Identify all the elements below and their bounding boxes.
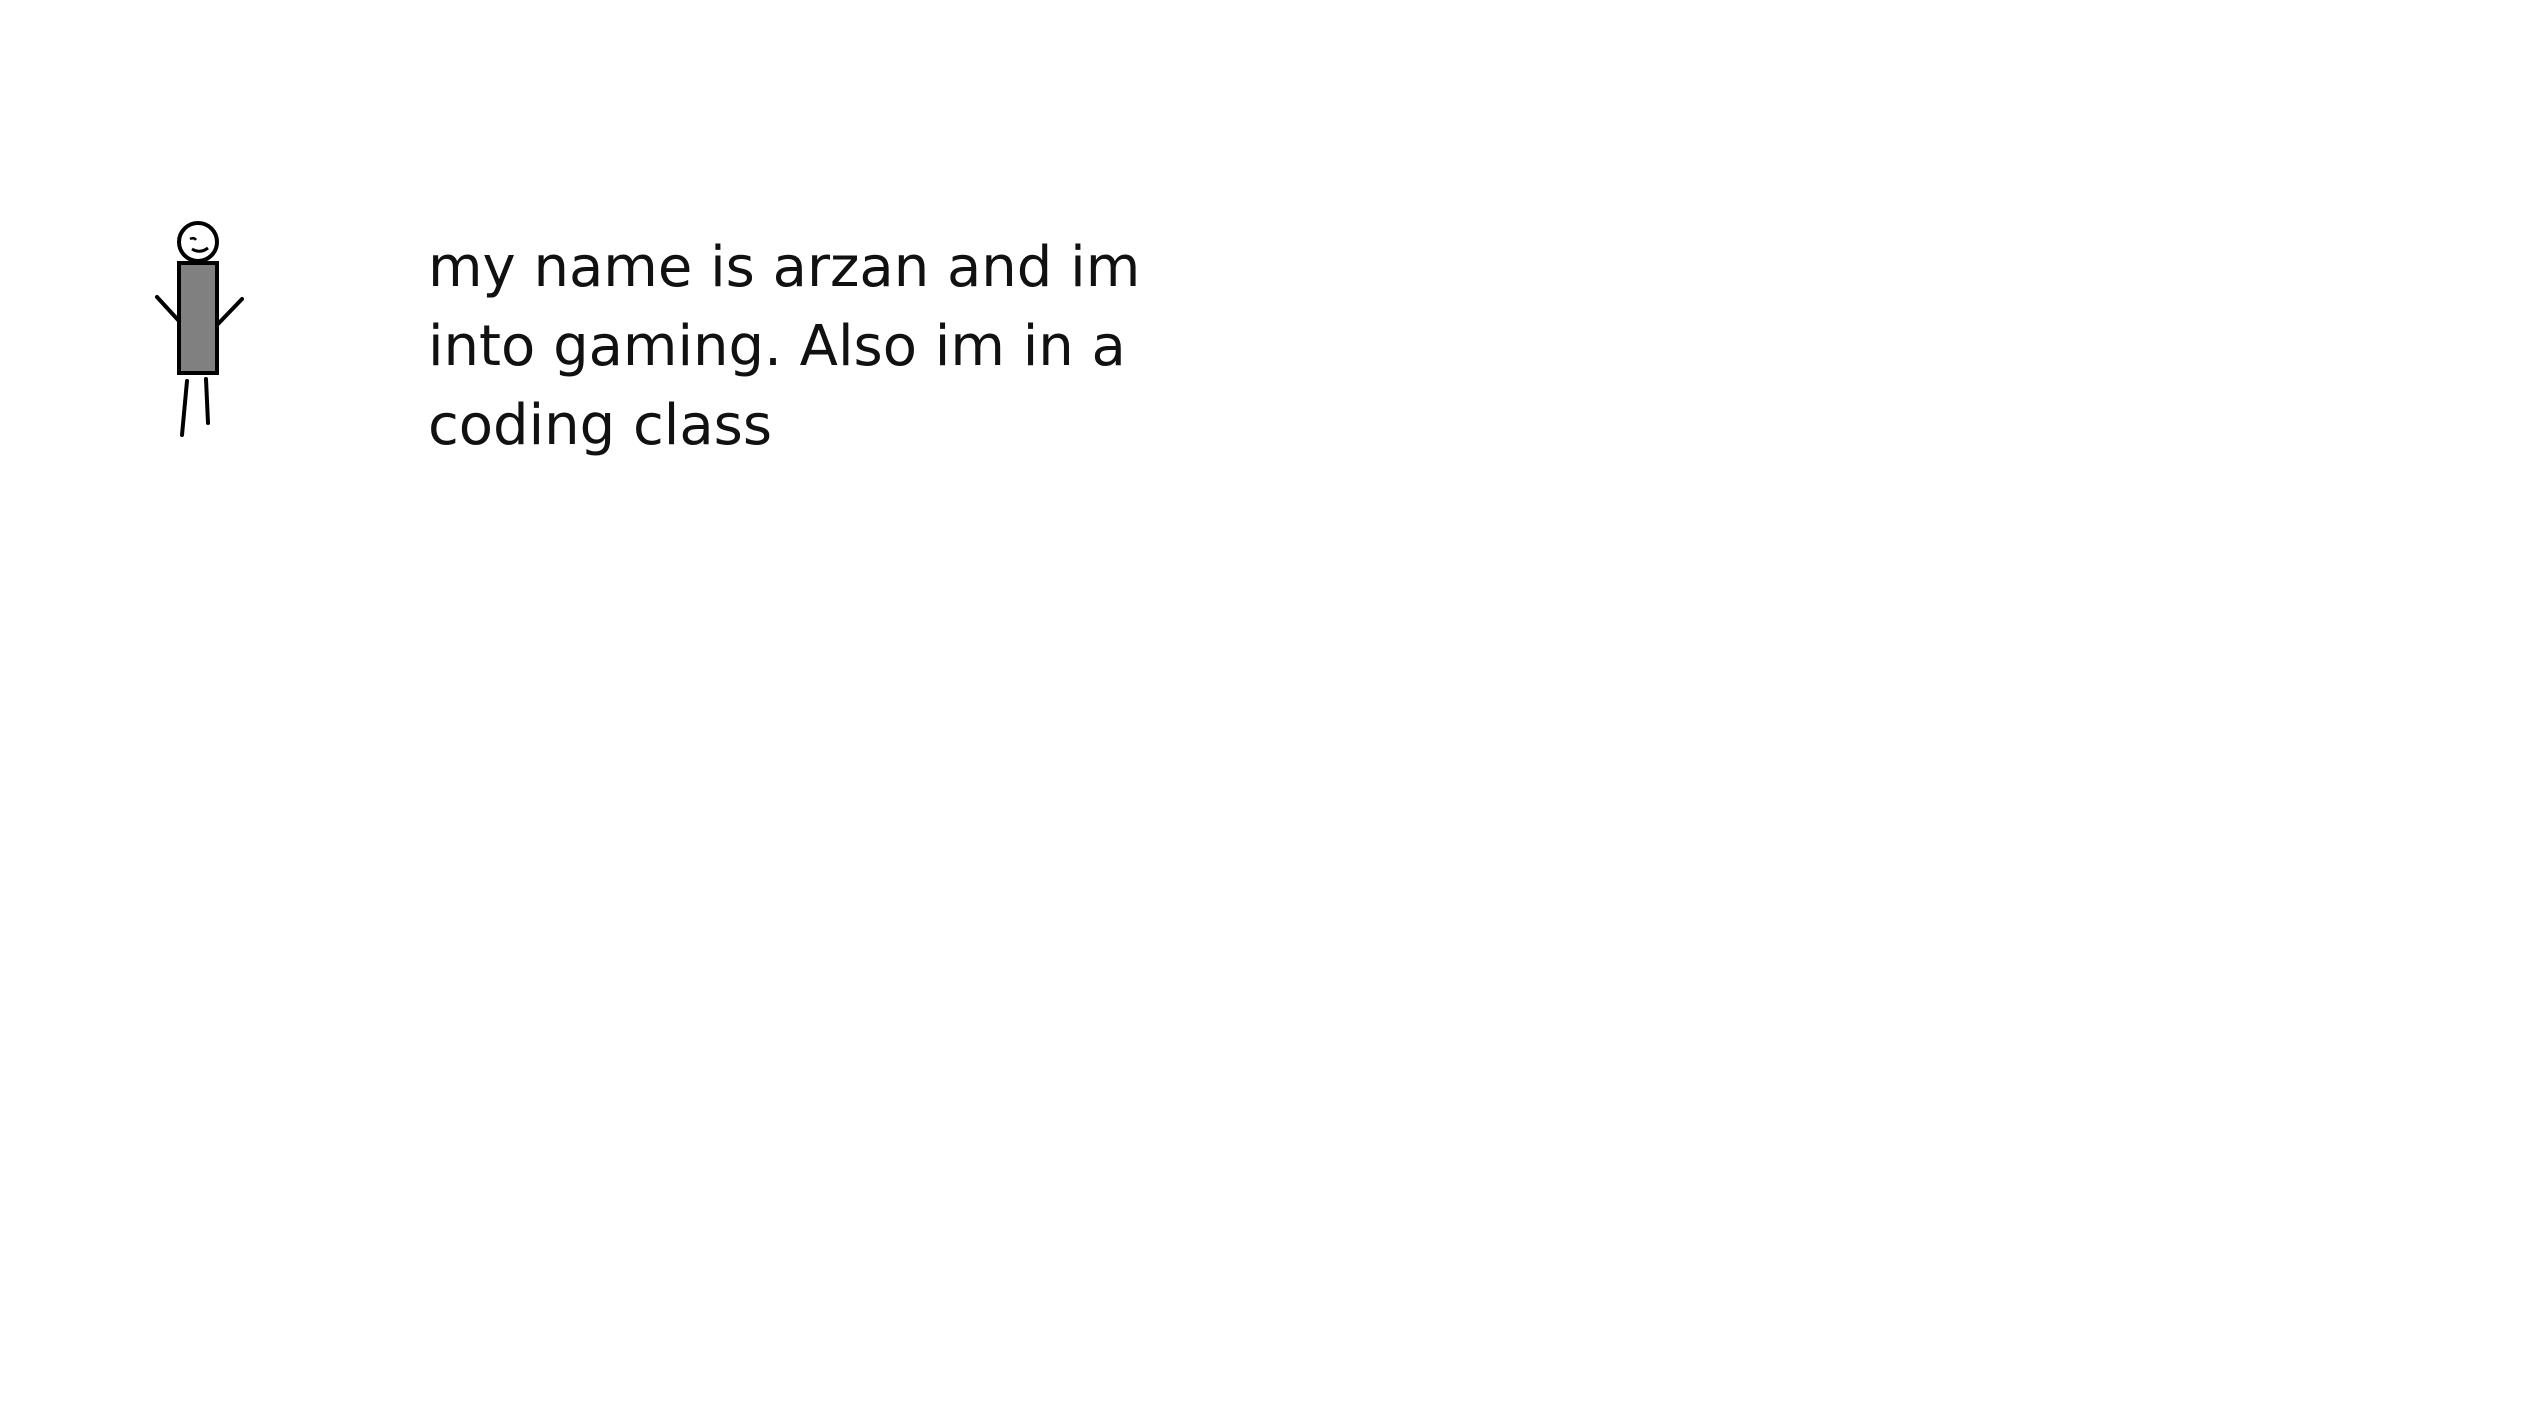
figure-body [177,261,219,375]
figure-left-leg [180,379,189,437]
slide-canvas: my name is arzan and im into gaming. Als… [0,0,2534,1425]
stick-figure-icon [155,221,244,437]
figure-head [177,221,219,263]
figure-right-leg [204,377,210,425]
intro-text: my name is arzan and im into gaming. Als… [428,235,1141,458]
figure-left-arm [155,295,181,323]
figure-right-arm [215,297,244,327]
